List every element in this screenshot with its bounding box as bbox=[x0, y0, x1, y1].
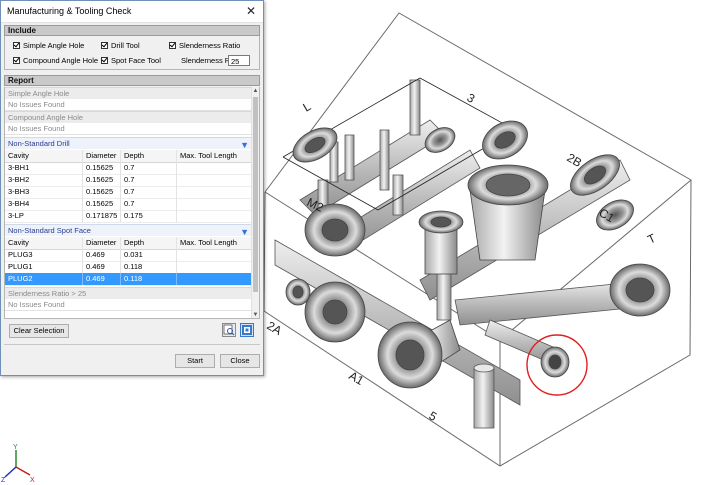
axis-y-label: Y bbox=[13, 444, 18, 451]
report-scrollbar[interactable]: ▲ ▼ bbox=[251, 87, 259, 318]
column-header[interactable]: Depth bbox=[121, 150, 177, 162]
slenderness-ratio-input[interactable]: 25 bbox=[228, 55, 250, 66]
group-simple-angle-hole[interactable]: Simple Angle Hole bbox=[5, 87, 253, 99]
port-label-5: 5 bbox=[427, 408, 440, 424]
column-header[interactable]: Cavity bbox=[5, 237, 83, 249]
group-non-standard-spot-face[interactable]: Non-Standard Spot Face ▼ bbox=[5, 224, 253, 237]
simple-angle-hole-status: No Issues Found bbox=[5, 99, 253, 111]
close-button[interactable]: Close bbox=[220, 354, 260, 368]
column-header[interactable]: Diameter bbox=[83, 150, 121, 162]
include-section: Simple Angle Hole Drill Tool Slenderness… bbox=[4, 36, 260, 70]
report-section-header: Report bbox=[4, 75, 260, 86]
close-icon[interactable]: ✕ bbox=[243, 3, 259, 19]
compound-angle-hole-status: No Issues Found bbox=[5, 123, 253, 135]
column-header[interactable]: Diameter bbox=[83, 237, 121, 249]
checkbox-checked-icon[interactable] bbox=[169, 42, 176, 49]
clear-selection-button[interactable]: Clear Selection bbox=[9, 324, 69, 338]
highlight-toggle-icon[interactable] bbox=[240, 323, 254, 337]
column-header[interactable]: Cavity bbox=[5, 150, 83, 162]
compound-angle-hole-checkbox[interactable]: Compound Angle Hole bbox=[13, 56, 98, 65]
simple-angle-hole-checkbox[interactable]: Simple Angle Hole bbox=[13, 41, 84, 50]
dialog-title: Manufacturing & Tooling Check bbox=[7, 6, 132, 16]
slenderness-ratio-checkbox[interactable]: Slenderness Ratio bbox=[169, 41, 240, 50]
table-row[interactable]: 3-LP 0.171875 0.175 bbox=[5, 210, 253, 223]
report-list[interactable]: Simple Angle Hole No Issues Found Compou… bbox=[4, 87, 260, 319]
column-header[interactable]: Max. Tool Length bbox=[177, 237, 253, 249]
scrollbar-thumb[interactable] bbox=[253, 97, 258, 292]
port-label-2a: 2A bbox=[265, 318, 285, 337]
table-row-selected[interactable]: PLUG2 0.469 0.118 bbox=[5, 273, 253, 286]
axis-triad-icon: Y X Z bbox=[1, 444, 35, 484]
slenderness-status: No Issues Found bbox=[5, 299, 253, 311]
port-label-t: T bbox=[645, 231, 658, 247]
checkbox-checked-icon[interactable] bbox=[13, 42, 20, 49]
column-header[interactable]: Depth bbox=[121, 237, 177, 249]
footer-divider bbox=[4, 344, 260, 345]
axis-z-label: Z bbox=[1, 477, 6, 483]
include-section-header: Include bbox=[4, 25, 260, 36]
port-label-a1: A1 bbox=[347, 368, 367, 388]
dialog-titlebar[interactable]: Manufacturing & Tooling Check ✕ bbox=[1, 1, 263, 23]
group-compound-angle-hole[interactable]: Compound Angle Hole bbox=[5, 111, 253, 123]
group-slenderness-ratio[interactable]: Slenderness Ratio > 25 bbox=[5, 287, 253, 299]
axis-x-label: X bbox=[30, 477, 35, 483]
manufacturing-tooling-dialog: Manufacturing & Tooling Check ✕ Include … bbox=[0, 0, 264, 376]
checkbox-checked-icon[interactable] bbox=[101, 42, 108, 49]
spot-face-tool-checkbox[interactable]: Spot Face Tool bbox=[101, 56, 161, 65]
scroll-down-icon[interactable]: ▼ bbox=[252, 311, 259, 318]
drill-tool-checkbox[interactable]: Drill Tool bbox=[101, 41, 140, 50]
port-label-l: L bbox=[301, 99, 314, 115]
group-non-standard-drill[interactable]: Non-Standard Drill ▼ bbox=[5, 137, 253, 150]
scroll-up-icon[interactable]: ▲ bbox=[252, 87, 259, 95]
start-button[interactable]: Start bbox=[175, 354, 215, 368]
zoom-to-feature-icon[interactable] bbox=[222, 323, 236, 337]
column-header[interactable]: Max. Tool Length bbox=[177, 150, 253, 162]
checkbox-checked-icon[interactable] bbox=[13, 57, 20, 64]
checkbox-checked-icon[interactable] bbox=[101, 57, 108, 64]
